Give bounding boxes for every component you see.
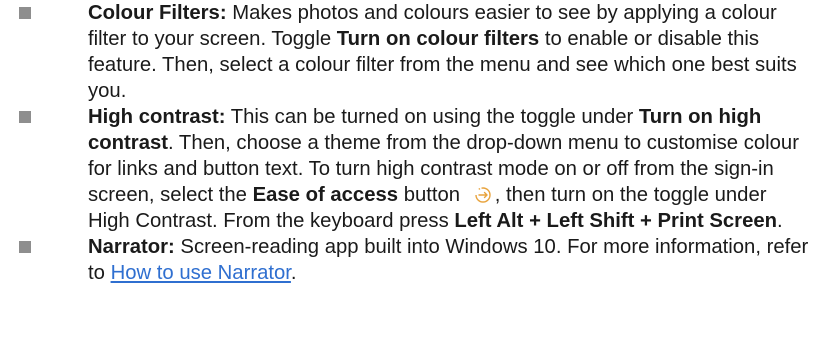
bold-term: Left Alt + Left Shift + Print Screen	[454, 210, 778, 232]
item-heading: Narrator:	[88, 236, 175, 258]
list-item-high-contrast: High contrast: This can be turned on usi…	[0, 104, 817, 234]
list-item-colour-filters: Colour Filters: Makes photos and colours…	[0, 0, 817, 104]
document-page: Colour Filters: Makes photos and colours…	[0, 0, 817, 356]
item-heading: Colour Filters:	[88, 2, 227, 24]
ease-of-access-icon	[475, 187, 491, 203]
bold-term: Turn on colour filters	[336, 28, 540, 50]
square-bullet-icon	[19, 7, 31, 19]
list-item-narrator: Narrator: Screen-reading app built into …	[0, 234, 817, 286]
bold-term: Ease of access	[252, 184, 399, 206]
item-text: This can be turned on using the toggle u…	[225, 106, 639, 128]
item-heading: High contrast:	[88, 106, 226, 128]
item-text: .	[777, 210, 783, 232]
square-bullet-icon	[19, 241, 31, 253]
how-to-use-narrator-link[interactable]: How to use Narrator	[111, 262, 291, 284]
item-text: button	[398, 184, 466, 206]
item-text: .	[290, 262, 297, 284]
square-bullet-icon	[19, 111, 31, 123]
